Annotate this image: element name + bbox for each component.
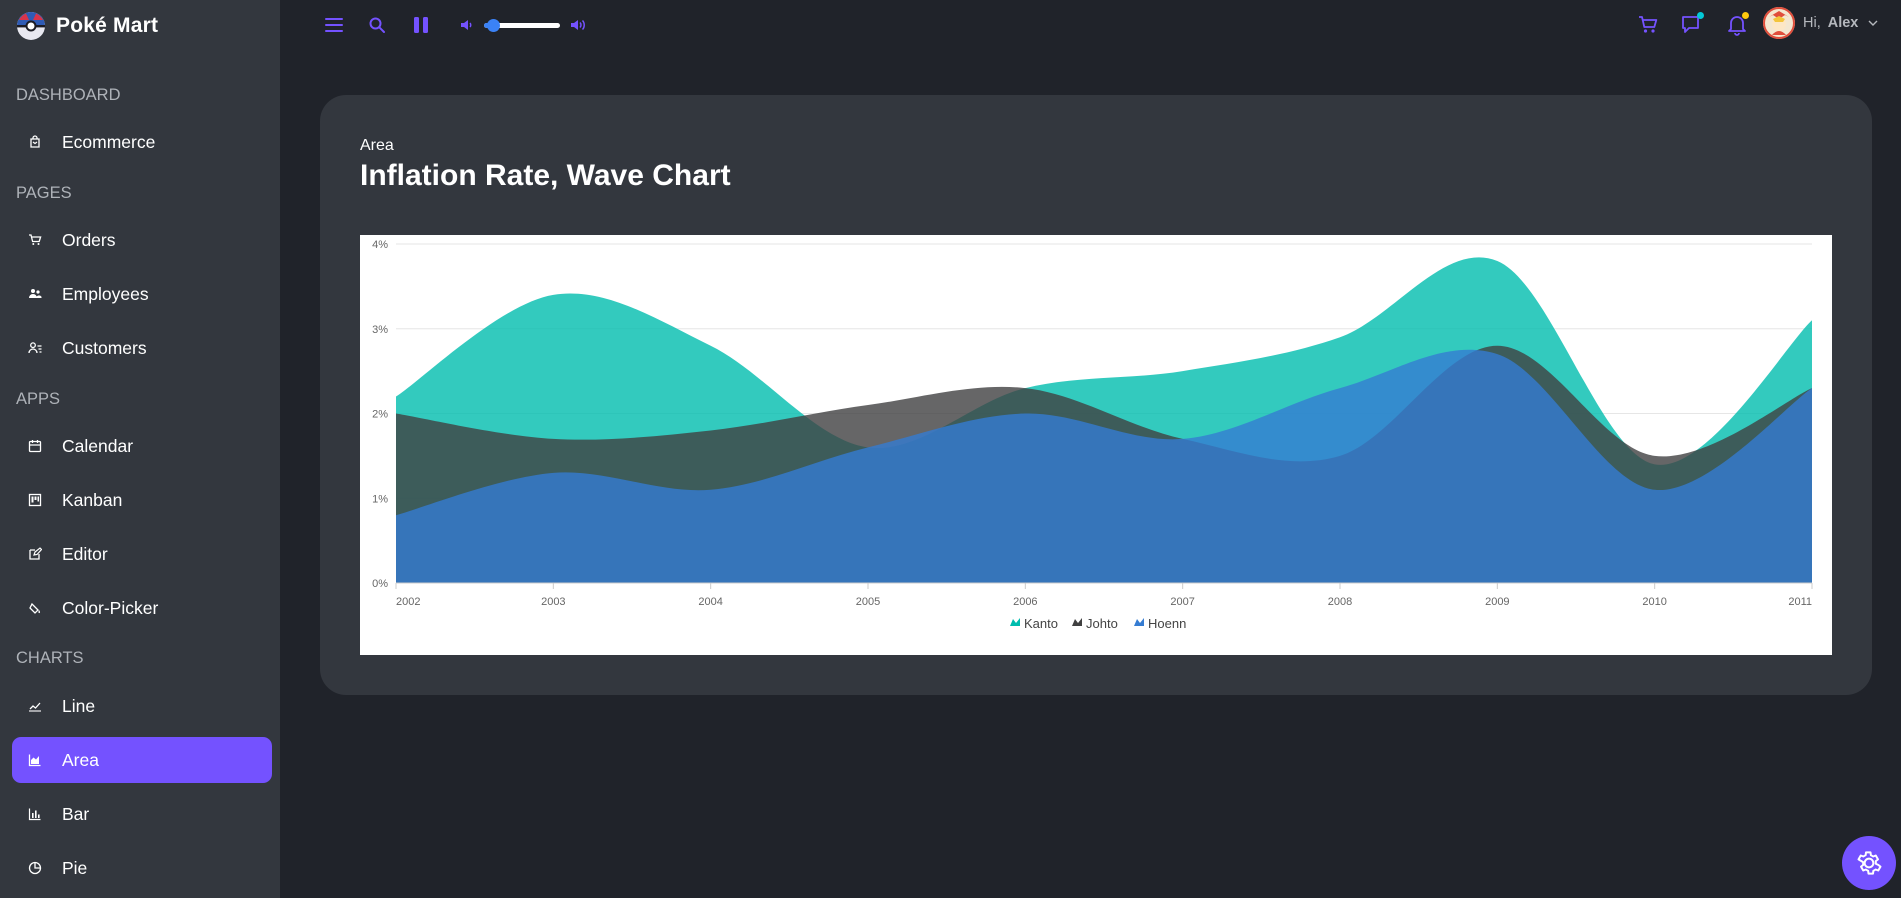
- area-chart-svg: 0% 1% 2% 3% 4% 2002 2003 2004 2005 2006 2007 2008 20…: [372, 239, 1813, 631]
- y-tick-label: 4%: [372, 239, 388, 251]
- x-tick-label: 2007: [1170, 596, 1194, 608]
- x-tick-label: 2010: [1642, 596, 1666, 608]
- topbar: Hi, Alex: [280, 0, 1901, 50]
- edit-icon: [28, 547, 42, 561]
- area-chart-icon: [28, 753, 42, 767]
- x-tick-label: 2003: [541, 596, 565, 608]
- pokeball-logo-icon: [17, 12, 45, 40]
- sidebar-item-customers[interactable]: Customers: [12, 325, 272, 371]
- volume-down-icon[interactable]: [459, 16, 475, 34]
- bell-notification-dot: [1742, 12, 1749, 19]
- volume-slider-thumb[interactable]: [487, 19, 501, 32]
- color-picker-icon: [28, 601, 42, 615]
- legend-label: Hoenn: [1148, 616, 1186, 631]
- sidebar-item-employees[interactable]: Employees: [12, 271, 272, 317]
- sidebar-item-kanban[interactable]: Kanban: [12, 477, 272, 523]
- sidebar-item-label: Bar: [62, 803, 90, 824]
- section-title-pages: PAGES: [16, 184, 72, 202]
- bar-chart-icon: [28, 807, 42, 821]
- x-tick-label: 2008: [1328, 596, 1352, 608]
- cart-icon[interactable]: [1636, 13, 1660, 37]
- legend-label: Kanto: [1024, 616, 1058, 631]
- pause-icon[interactable]: [410, 14, 432, 36]
- legend-area-icon: [1010, 618, 1020, 626]
- avatar: [1763, 7, 1795, 39]
- x-tick-label: 2002: [396, 596, 420, 608]
- volume-up-icon[interactable]: [569, 16, 587, 34]
- legend-area-icon: [1072, 618, 1082, 626]
- sidebar-item-label: Kanban: [62, 489, 123, 510]
- sidebar-item-label: Editor: [62, 543, 108, 564]
- gear-icon: [1857, 851, 1882, 875]
- card-subtitle: Area: [360, 137, 394, 154]
- legend-item-hoenn[interactable]: Hoenn: [1134, 616, 1186, 631]
- legend-label: Johto: [1086, 616, 1118, 631]
- chart-card: Area Inflation Rate, Wave Chart 0% 1% 2% 3%…: [320, 95, 1872, 695]
- sidebar-item-label: Pie: [62, 857, 88, 878]
- chevron-down-icon: [1868, 20, 1878, 26]
- bag-icon: [28, 135, 42, 149]
- x-tick-label: 2005: [856, 596, 880, 608]
- sidebar-item-label: Customers: [62, 337, 147, 358]
- sidebar-item-label: Line: [62, 695, 96, 716]
- section-title-apps: APPS: [16, 390, 61, 408]
- brand-name: Poké Mart: [56, 14, 159, 37]
- greeting-text: Hi,: [1803, 15, 1821, 31]
- cart-icon: [28, 233, 42, 247]
- search-icon[interactable]: [366, 14, 388, 36]
- sidebar-item-area[interactable]: Area: [12, 737, 272, 783]
- chat-icon[interactable]: [1679, 12, 1705, 38]
- username-text: Alex: [1827, 15, 1859, 31]
- y-tick-label: 1%: [372, 493, 388, 505]
- y-tick-label: 0%: [372, 578, 388, 590]
- sidebar-item-label: Color-Picker: [62, 597, 159, 618]
- pie-chart-icon: [28, 861, 42, 875]
- sidebar: Poké Mart DASHBOARD Ecommerce PAGES Orders E…: [0, 0, 280, 898]
- x-tick-label: 2011: [1788, 596, 1812, 608]
- sidebar-item-label: Calendar: [62, 435, 134, 456]
- sidebar-item-ecommerce[interactable]: Ecommerce: [12, 119, 272, 165]
- sidebar-item-bar[interactable]: Bar: [12, 791, 272, 837]
- settings-button[interactable]: [1842, 836, 1896, 890]
- x-tick-label: 2006: [1013, 596, 1037, 608]
- sidebar-item-orders[interactable]: Orders: [12, 217, 272, 263]
- sidebar-item-label: Ecommerce: [62, 131, 156, 152]
- legend-area-icon: [1134, 618, 1144, 626]
- x-tick-label: 2004: [698, 596, 722, 608]
- kanban-icon: [28, 493, 42, 507]
- section-title-charts: CHARTS: [16, 649, 84, 667]
- y-tick-label: 2%: [372, 409, 388, 421]
- sidebar-item-calendar[interactable]: Calendar: [12, 423, 272, 469]
- menu-icon[interactable]: [323, 14, 345, 36]
- calendar-icon: [28, 439, 42, 453]
- profile-menu[interactable]: Hi, Alex: [1763, 6, 1878, 40]
- sidebar-item-label: Area: [62, 749, 99, 770]
- sidebar-item-label: Employees: [62, 283, 149, 304]
- section-title-dashboard: DASHBOARD: [16, 86, 121, 104]
- card-title: Inflation Rate, Wave Chart: [360, 159, 731, 192]
- volume-slider[interactable]: [484, 19, 560, 32]
- legend-item-johto[interactable]: Johto: [1072, 616, 1118, 631]
- employees-icon: [28, 287, 42, 301]
- x-tick-label: 2009: [1485, 596, 1509, 608]
- sidebar-item-label: Orders: [62, 229, 116, 250]
- bell-icon[interactable]: [1724, 12, 1750, 38]
- legend-item-kanto[interactable]: Kanto: [1010, 616, 1058, 631]
- brand-link[interactable]: Poké Mart: [0, 0, 280, 52]
- sidebar-item-line[interactable]: Line: [12, 683, 272, 729]
- y-tick-label: 3%: [372, 324, 388, 336]
- sidebar-item-color-picker[interactable]: Color-Picker: [12, 585, 272, 631]
- customers-icon: [28, 341, 42, 355]
- chat-notification-dot: [1697, 12, 1704, 19]
- sidebar-item-editor[interactable]: Editor: [12, 531, 272, 577]
- area-chart: 0% 1% 2% 3% 4% 2002 2003 2004 2005 2006 2007 2008 20…: [360, 235, 1832, 655]
- sidebar-item-pie[interactable]: Pie: [12, 845, 272, 891]
- line-chart-icon: [28, 699, 42, 713]
